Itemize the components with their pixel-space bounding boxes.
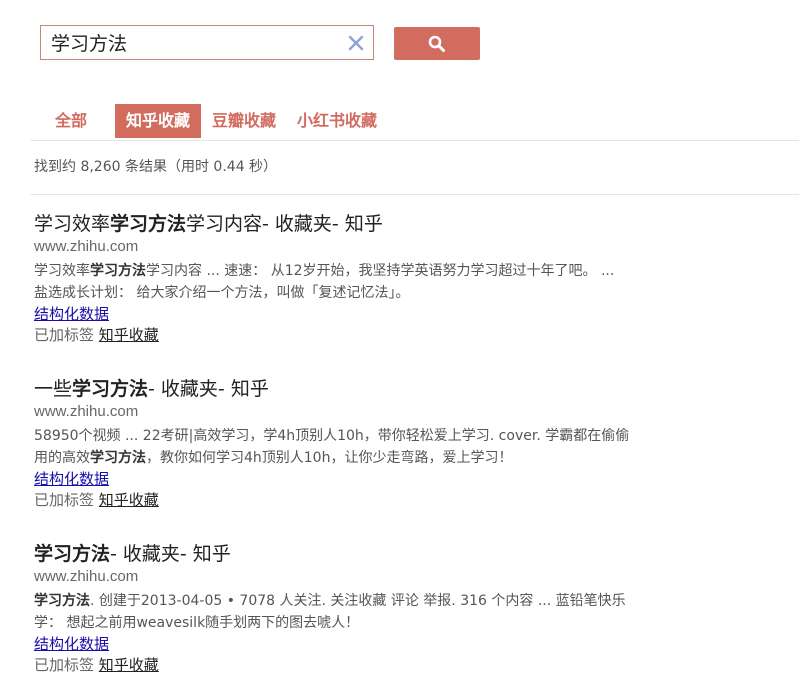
tag-link[interactable]: 知乎收藏 (99, 656, 159, 674)
tag-link[interactable]: 知乎收藏 (99, 491, 159, 509)
result-title[interactable]: 学习效率学习方法学习内容- 收藏夹- 知乎 (34, 212, 734, 236)
divider (30, 194, 799, 195)
structured-data-link[interactable]: 结构化数据 (34, 304, 109, 325)
search-result: 一些学习方法- 收藏夹- 知乎 www.zhihu.com 58950个视频 .… (34, 377, 734, 511)
search-input[interactable] (51, 29, 341, 56)
tab-bar: 全部 知乎收藏 豆瓣收藏 小红书收藏 (55, 104, 377, 138)
tab-zhihu[interactable]: 知乎收藏 (115, 104, 202, 138)
result-title[interactable]: 学习方法- 收藏夹- 知乎 (34, 542, 734, 566)
tag-line: 已加标签 知乎收藏 (34, 491, 159, 509)
result-stats: 找到约 8,260 条结果（用时 0.44 秒） (34, 159, 278, 175)
search-button[interactable] (394, 27, 480, 60)
search-result: 学习效率学习方法学习内容- 收藏夹- 知乎 www.zhihu.com 学习效率… (34, 212, 734, 346)
result-title[interactable]: 一些学习方法- 收藏夹- 知乎 (34, 377, 734, 401)
result-snippet: 58950个视频 ... 22考研|高效学习，学4h顶别人10h，带你轻松爱上学… (34, 428, 630, 466)
tag-line: 已加标签 知乎收藏 (34, 656, 159, 674)
result-snippet: 学习方法. 创建于2013-04-05 • 7078 人关注. 关注收藏 评论 … (34, 593, 626, 631)
search-box (40, 25, 374, 60)
structured-data-link[interactable]: 结构化数据 (34, 634, 109, 655)
structured-data-link[interactable]: 结构化数据 (34, 469, 109, 490)
result-snippet: 学习效率学习方法学习内容 ... 速速： 从12岁开始，我坚持学英语努力学习超过… (34, 263, 615, 301)
tag-line: 已加标签 知乎收藏 (34, 326, 159, 344)
result-url: www.zhihu.com (34, 403, 139, 420)
result-url: www.zhihu.com (34, 568, 139, 585)
tag-link[interactable]: 知乎收藏 (99, 326, 159, 344)
search-result: 学习方法- 收藏夹- 知乎 www.zhihu.com 学习方法. 创建于201… (34, 542, 734, 676)
divider (30, 140, 799, 141)
tab-xiaohongshu[interactable]: 小红书收藏 (297, 104, 377, 138)
close-icon[interactable] (345, 32, 367, 54)
tab-all[interactable]: 全部 (55, 104, 87, 138)
tab-douban[interactable]: 豆瓣收藏 (212, 104, 276, 138)
result-url: www.zhihu.com (34, 238, 139, 255)
search-icon (428, 35, 445, 52)
